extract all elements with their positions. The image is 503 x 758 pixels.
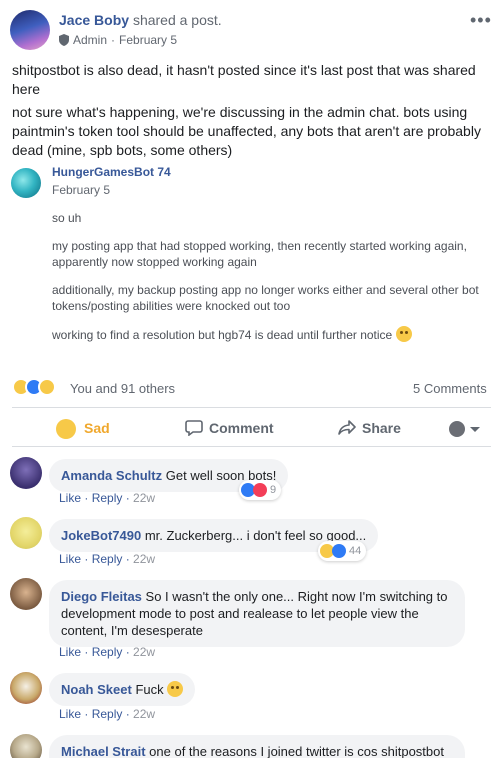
comment-author[interactable]: JokeBot7490 [61, 528, 141, 543]
love-reaction-icon [253, 483, 267, 497]
share-icon [338, 420, 356, 435]
author-avatar[interactable] [10, 10, 50, 50]
like-link[interactable]: Like [59, 645, 81, 659]
comment-text: one of the reasons I joined twitter is c… [149, 744, 444, 758]
reply-link[interactable]: Reply [92, 491, 123, 505]
reply-link[interactable]: Reply [92, 645, 123, 659]
comments-count[interactable]: 5 Comments [413, 381, 487, 396]
shared-paragraph: so uh [52, 211, 82, 225]
shared-author-name[interactable]: HungerGamesBot 74 [52, 165, 171, 179]
comment-reactions[interactable]: 9 [239, 480, 282, 500]
comment-author[interactable]: Michael Strait [61, 744, 146, 758]
reply-link[interactable]: Reply [92, 552, 123, 566]
identity-selector[interactable] [449, 421, 481, 437]
comment-button-label: Comment [209, 420, 274, 436]
caret-down-icon [470, 427, 480, 432]
comment-avatar[interactable] [10, 517, 42, 549]
comment-actions: Like · Reply · 22w [59, 552, 156, 566]
comment-time[interactable]: 22w [133, 645, 155, 659]
like-link[interactable]: Like [59, 707, 81, 721]
share-button[interactable]: Share [338, 420, 401, 436]
comment-actions: Like · Reply · 22w [59, 491, 156, 505]
shared-date[interactable]: February 5 [52, 183, 110, 197]
shared-author-avatar[interactable] [11, 168, 41, 198]
comment-icon [185, 420, 203, 436]
post-action-text: shared a post. [132, 12, 222, 28]
comment-avatar[interactable] [10, 672, 42, 704]
shared-paragraph: working to find a resolution but hgb74 i… [52, 328, 393, 342]
comment-time[interactable]: 22w [133, 552, 155, 566]
divider [12, 446, 491, 447]
comment-reactions[interactable]: 44 [318, 541, 367, 561]
comment-author[interactable]: Noah Skeet [61, 682, 132, 697]
post-header: Jace Boby shared a post. [59, 12, 222, 28]
sad-button[interactable]: Sad [84, 420, 110, 436]
wow-reaction-icon [38, 378, 56, 396]
post-meta: Admin · February 5 [59, 33, 177, 47]
post-author-name[interactable]: Jace Boby [59, 12, 129, 28]
admin-badge[interactable]: Admin [73, 33, 107, 47]
share-button-label: Share [362, 420, 401, 436]
reaction-count: 44 [349, 545, 362, 557]
reactors-summary[interactable]: You and 91 others [70, 381, 175, 396]
comment-avatar[interactable] [10, 734, 42, 758]
meta-separator: · [111, 33, 116, 47]
like-link[interactable]: Like [59, 491, 81, 505]
comment-time[interactable]: 22w [133, 491, 155, 505]
comment-actions: Like · Reply · 22w [59, 707, 156, 721]
unamused-emoji-icon [167, 681, 184, 697]
comment-button[interactable]: Comment [185, 420, 274, 436]
shared-paragraph: my posting app that had stopped working,… [52, 239, 467, 269]
post-paragraph: shitpostbot is also dead, it hasn't post… [12, 62, 476, 97]
reply-link[interactable]: Reply [92, 707, 123, 721]
sad-button-label: Sad [84, 420, 110, 436]
divider [12, 407, 491, 408]
comment-author[interactable]: Amanda Schultz [61, 468, 162, 483]
confused-emoji-icon [395, 326, 412, 342]
admin-shield-icon [59, 34, 69, 46]
like-link[interactable]: Like [59, 552, 81, 566]
reaction-count: 9 [270, 484, 277, 496]
reaction-icons[interactable] [12, 378, 68, 398]
shared-last-line: working to find a resolution but hgb74 i… [52, 326, 482, 343]
comment-text: Fuck [135, 682, 164, 697]
like-reaction-icon [332, 544, 346, 558]
comment-bubble: Diego Fleitas So I wasn't the only one..… [49, 580, 465, 647]
comment-actions: Like · Reply · 22w [59, 645, 156, 659]
shared-paragraph: additionally, my backup posting app no l… [52, 283, 479, 313]
comment-avatar[interactable] [10, 457, 42, 489]
comment-bubble: Michael Strait one of the reasons I join… [49, 735, 465, 758]
comment-time[interactable]: 22w [133, 707, 155, 721]
comment-avatar[interactable] [10, 578, 42, 610]
identity-avatar [449, 421, 465, 437]
comment-author[interactable]: Diego Fleitas [61, 589, 142, 604]
comment-bubble: Noah Skeet Fuck [49, 673, 196, 706]
sad-face-icon [56, 419, 76, 439]
post-paragraph: not sure what's happening, we're discuss… [12, 104, 481, 158]
post-date[interactable]: February 5 [119, 33, 177, 47]
post-options-icon[interactable]: ••• [470, 10, 492, 31]
